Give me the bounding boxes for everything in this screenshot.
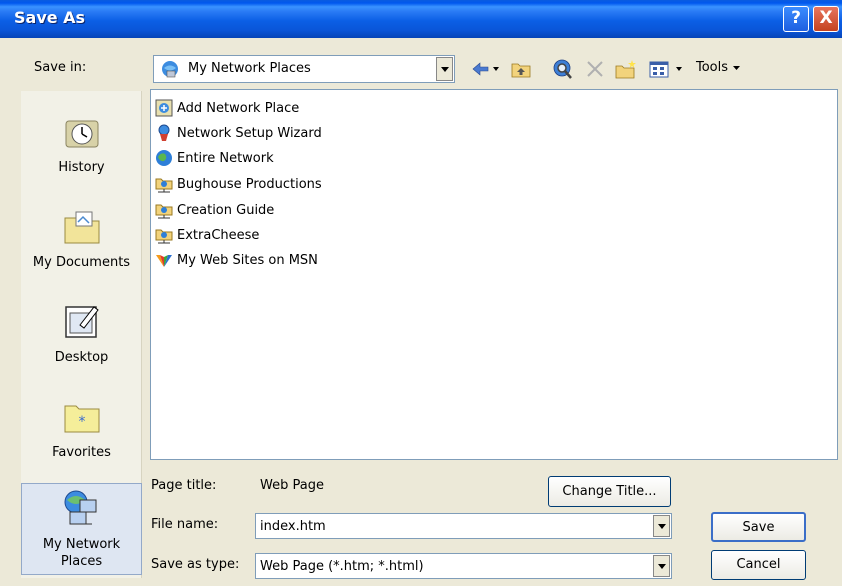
place-favorites[interactable]: * Favorites: [21, 396, 142, 461]
file-name: Add Network Place: [177, 100, 300, 116]
delete-icon[interactable]: [584, 58, 606, 80]
list-item[interactable]: ExtraCheese: [155, 225, 259, 245]
save-button[interactable]: Save: [711, 512, 806, 542]
save-as-type-dropdown[interactable]: Web Page (*.htm; *.html): [255, 553, 672, 579]
list-item[interactable]: My Web Sites on MSN: [155, 250, 318, 270]
save-in-value: My Network Places: [188, 61, 311, 76]
up-folder-icon[interactable]: [510, 58, 532, 80]
page-title-value: Web Page: [260, 478, 324, 493]
save-in-label: Save in:: [34, 60, 87, 75]
place-label: My Documents: [32, 255, 131, 270]
file-name: My Web Sites on MSN: [177, 252, 318, 268]
desktop-icon: [64, 306, 99, 338]
file-name: Entire Network: [177, 150, 274, 166]
file-name: ExtraCheese: [177, 227, 260, 243]
help-button[interactable]: ?: [783, 6, 809, 32]
search-web-icon[interactable]: [551, 58, 575, 80]
list-item[interactable]: Add Network Place: [155, 98, 299, 118]
cancel-button-label: Cancel: [736, 557, 781, 572]
list-item[interactable]: Network Setup Wizard: [155, 123, 322, 143]
save-in-dropdown[interactable]: My Network Places: [153, 55, 455, 83]
add-network-place-icon: [155, 99, 173, 117]
network-folder-icon: [155, 229, 173, 244]
place-label: History: [58, 160, 105, 175]
tools-label: Tools: [696, 60, 729, 75]
page-title-label: Page title:: [151, 478, 217, 493]
favorites-icon: *: [64, 405, 99, 433]
place-my-network-places[interactable]: My Network Places: [21, 483, 142, 575]
file-name: Network Setup Wizard: [177, 125, 322, 141]
chevron-down-icon: [733, 65, 741, 70]
list-item[interactable]: Entire Network: [155, 148, 274, 168]
chevron-down-icon[interactable]: [436, 57, 453, 81]
save-button-label: Save: [742, 520, 775, 535]
cancel-button[interactable]: Cancel: [711, 550, 806, 580]
place-history[interactable]: History: [21, 111, 142, 176]
file-name-value: index.htm: [260, 519, 326, 534]
file-name-label: File name:: [151, 517, 219, 532]
svg-text:*: *: [78, 414, 85, 430]
file-list[interactable]: Add Network Place Network Setup Wizard E…: [150, 89, 838, 460]
history-icon: [65, 120, 98, 148]
new-folder-icon[interactable]: [614, 58, 638, 80]
window-title: Save As: [14, 8, 86, 27]
network-places-icon: [64, 490, 96, 525]
list-item[interactable]: Creation Guide: [155, 200, 274, 220]
file-name: Creation Guide: [177, 202, 275, 218]
place-label-line1: My Network: [42, 537, 121, 552]
save-as-dialog: Save As ? X Save in: My Network Places T…: [0, 0, 842, 586]
place-label: Desktop: [54, 350, 109, 365]
save-as-type-label: Save as type:: [151, 557, 240, 572]
network-folder-icon: [155, 178, 173, 193]
place-desktop[interactable]: Desktop: [21, 301, 142, 366]
msn-icon: [156, 255, 172, 267]
chevron-down-icon[interactable]: [653, 555, 670, 577]
file-name-field[interactable]: index.htm: [255, 513, 672, 539]
list-item[interactable]: Bughouse Productions: [155, 174, 322, 194]
network-wizard-icon: [158, 124, 170, 141]
change-title-button[interactable]: Change Title...: [548, 476, 671, 507]
tools-menu-button[interactable]: Tools: [696, 60, 742, 75]
entire-network-icon: [156, 150, 172, 166]
place-label: Favorites: [52, 445, 111, 460]
network-folder-icon: [155, 204, 173, 219]
file-name: Bughouse Productions: [177, 176, 322, 192]
close-button[interactable]: X: [813, 6, 839, 32]
back-icon[interactable]: [470, 58, 502, 80]
network-places-icon: [162, 61, 178, 78]
chevron-down-icon[interactable]: [653, 515, 670, 537]
place-my-documents[interactable]: My Documents: [21, 206, 142, 271]
views-icon[interactable]: [648, 58, 688, 80]
place-label-line2: Places: [60, 554, 103, 569]
title-bar[interactable]: Save As ? X: [0, 0, 842, 38]
save-as-type-value: Web Page (*.htm; *.html): [260, 559, 424, 574]
my-documents-icon: [64, 211, 99, 244]
change-title-label: Change Title...: [562, 484, 657, 499]
places-bar: History My Documents Desktop * Favorites…: [21, 91, 142, 578]
